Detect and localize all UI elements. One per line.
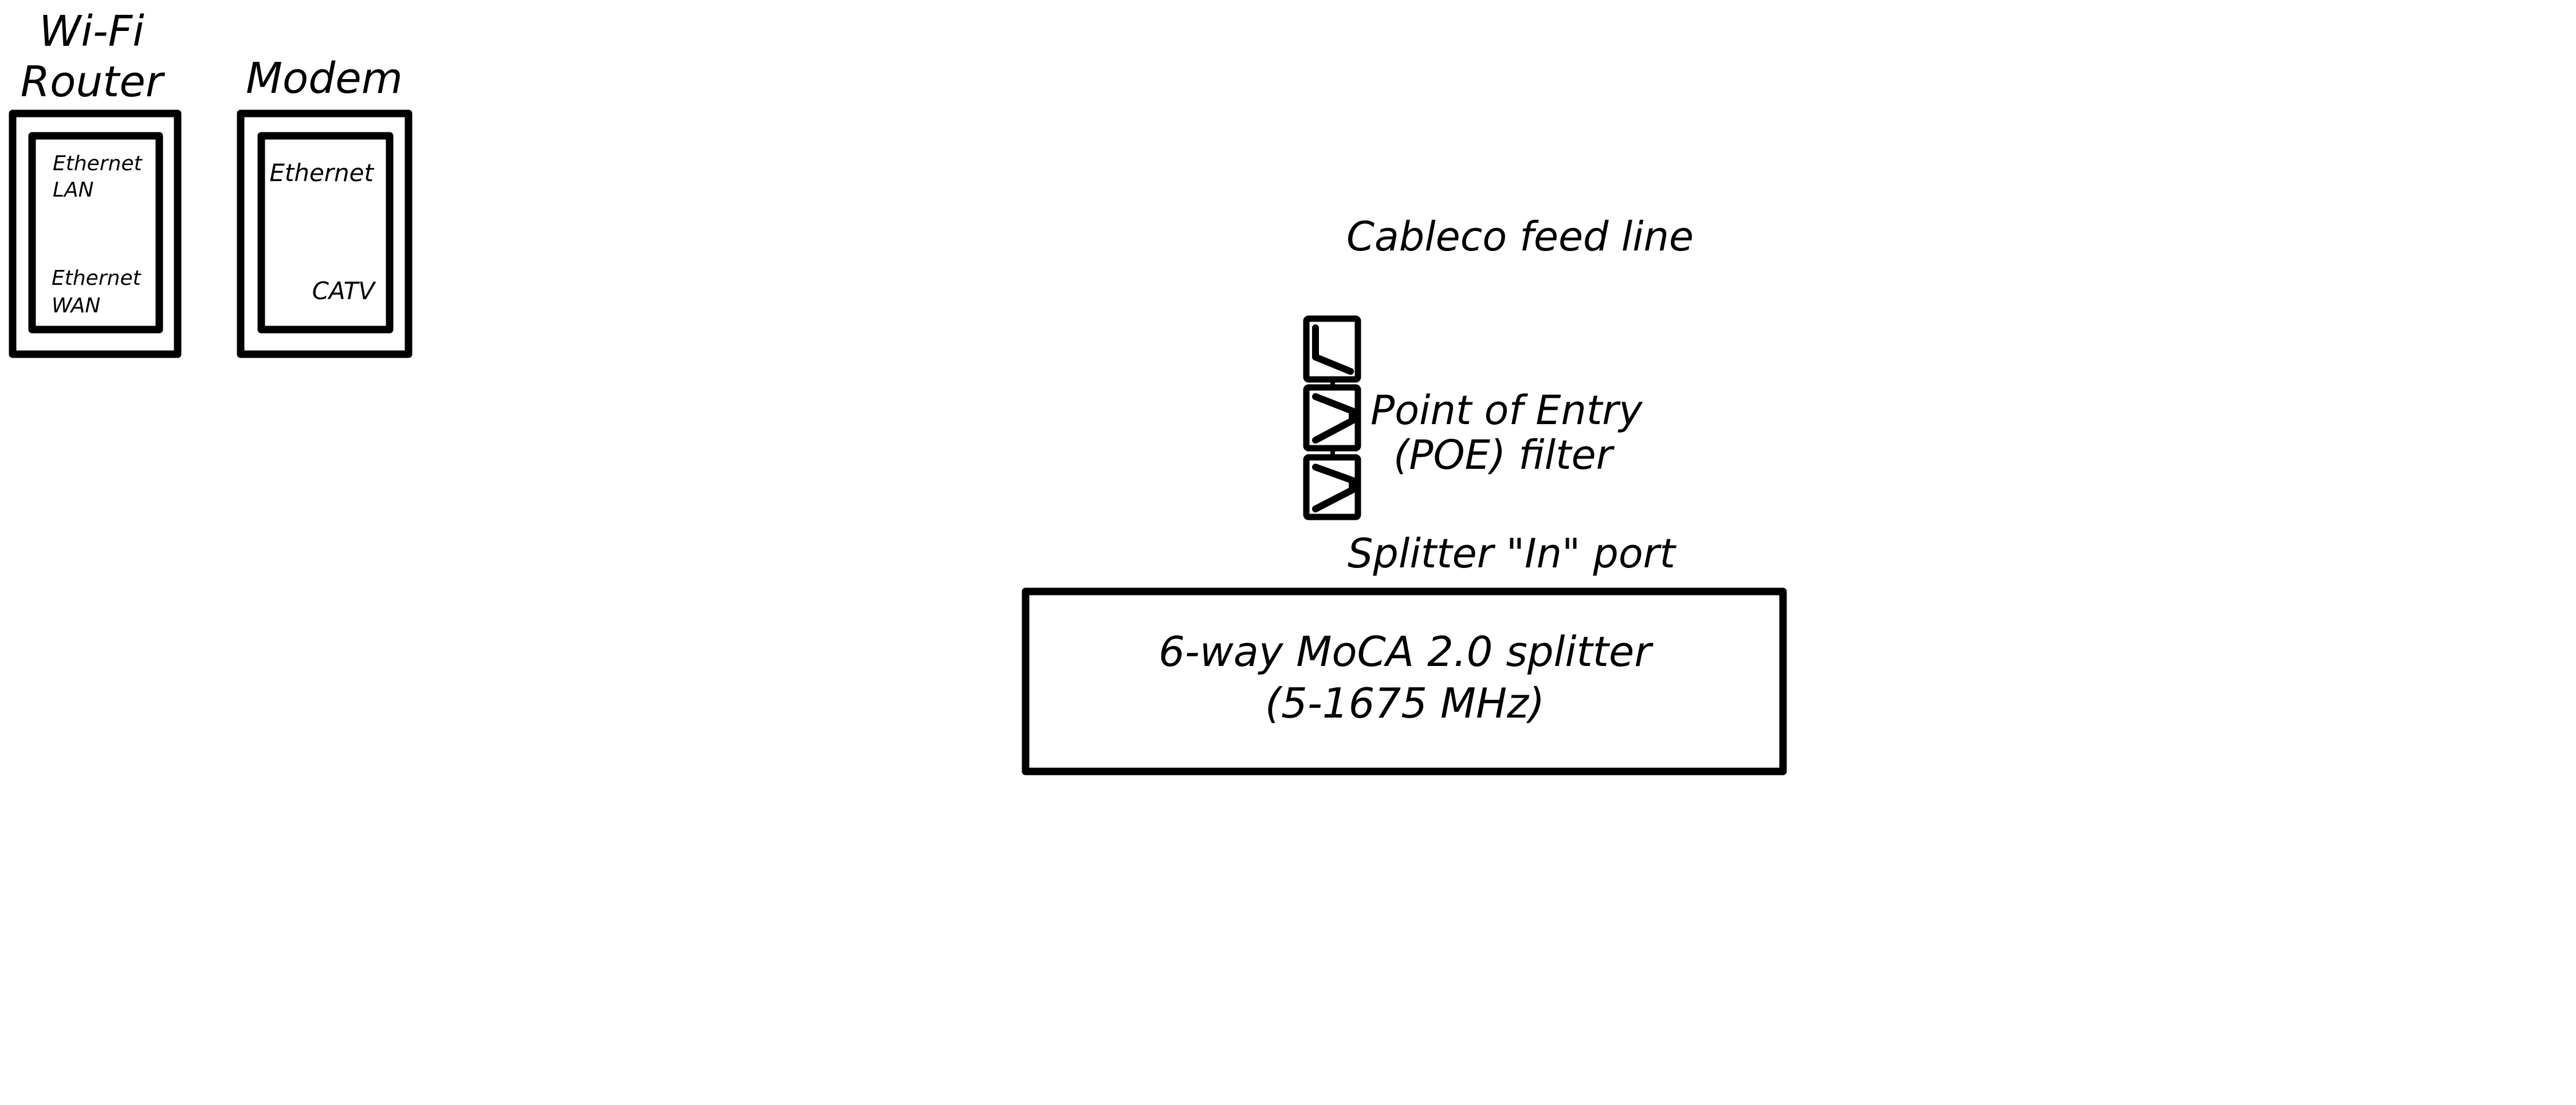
wifi-router: Wi-Fi Router Ethernet LAN Ethernet WAN bbox=[9, 7, 182, 358]
modem-title: Modem bbox=[246, 54, 403, 103]
router-wan-label-1: Ethernet bbox=[52, 267, 142, 290]
splitter-in-label: Splitter "In" port bbox=[1348, 530, 1676, 577]
router-title-line1: Wi-Fi bbox=[39, 7, 144, 56]
moca-network-diagram: Wi-Fi Router Ethernet LAN Ethernet WAN M… bbox=[9, 7, 1787, 775]
splitter-label-line1: 6-way MoCA 2.0 splitter bbox=[1159, 628, 1654, 676]
cableco-feed-label: Cableco feed line bbox=[1346, 213, 1694, 260]
modem: Modem Ethernet CATV bbox=[237, 54, 413, 358]
poe-label-line2: (POE) filter bbox=[1393, 432, 1615, 479]
splitter-label-line2: (5-1675 MHz) bbox=[1265, 679, 1545, 727]
router-lan-label-1: Ethernet bbox=[53, 152, 143, 175]
router-title-line2: Router bbox=[21, 57, 166, 107]
poe-filter bbox=[1303, 315, 1361, 520]
modem-catv-label: CATV bbox=[312, 277, 377, 305]
router-lan-label-2: LAN bbox=[53, 178, 94, 202]
router-wan-label-2: WAN bbox=[52, 294, 100, 318]
feed-section: Cableco feed line Point of Entry (POE) f… bbox=[1303, 213, 1694, 577]
poe-label-line1: Point of Entry bbox=[1371, 387, 1643, 434]
moca-splitter: 6-way MoCA 2.0 splitter (5-1675 MHz) bbox=[1022, 587, 1787, 775]
modem-ethernet-label: Ethernet bbox=[269, 159, 374, 187]
